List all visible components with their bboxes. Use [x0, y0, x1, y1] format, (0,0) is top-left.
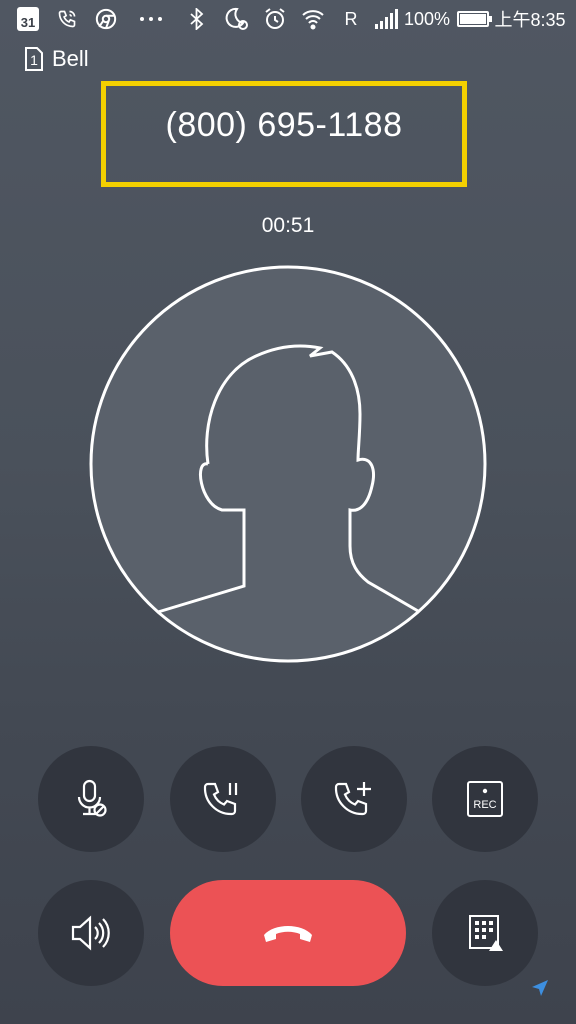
end-call-button[interactable] [170, 880, 406, 986]
battery-icon [455, 6, 492, 32]
clock: 上午8:35 [494, 10, 566, 30]
chrome-icon [94, 6, 118, 32]
calendar-icon: 31 [17, 7, 39, 31]
carrier-name: Bell [52, 46, 89, 71]
alarm-icon [262, 6, 288, 32]
add-call-button[interactable] [301, 746, 407, 852]
phone-pause-icon [203, 782, 238, 816]
dialpad-icon [469, 915, 503, 951]
battery-percent: 100% [403, 8, 451, 29]
hang-up-icon [264, 926, 312, 942]
bluetooth-icon [188, 6, 206, 32]
wifi-icon [300, 6, 326, 32]
status-bar: 31 R 100% 上午8:35 [0, 0, 576, 40]
call-duration: 00:51 [261, 214, 315, 237]
phone-add-icon [334, 782, 371, 816]
phone-call-icon [56, 6, 78, 32]
dialpad-button[interactable] [432, 880, 538, 986]
sim-carrier-label: 1 Bell [24, 46, 89, 72]
more-icon [138, 6, 164, 32]
sim-card-icon: 1 [25, 47, 43, 71]
do-not-disturb-moon-icon [222, 6, 250, 32]
phone-number-highlight-box: (800) 695-1188 [101, 81, 467, 187]
phone-number: (800) 695-1188 [165, 106, 403, 144]
speaker-button[interactable] [38, 880, 144, 986]
navigation-arrow-icon [532, 980, 548, 996]
mic-mute-icon [77, 779, 107, 817]
signal-icon [373, 6, 399, 32]
speaker-icon [71, 915, 110, 951]
mute-button[interactable] [38, 746, 144, 852]
calendar-day: 31 [20, 15, 36, 30]
sim-slot-number: 1 [30, 52, 38, 68]
roaming-indicator: R [344, 8, 358, 29]
record-label: REC [473, 799, 496, 811]
record-icon: REC [467, 781, 503, 817]
hold-button[interactable] [170, 746, 276, 852]
contact-avatar [89, 265, 487, 663]
record-button[interactable]: REC [432, 746, 538, 852]
